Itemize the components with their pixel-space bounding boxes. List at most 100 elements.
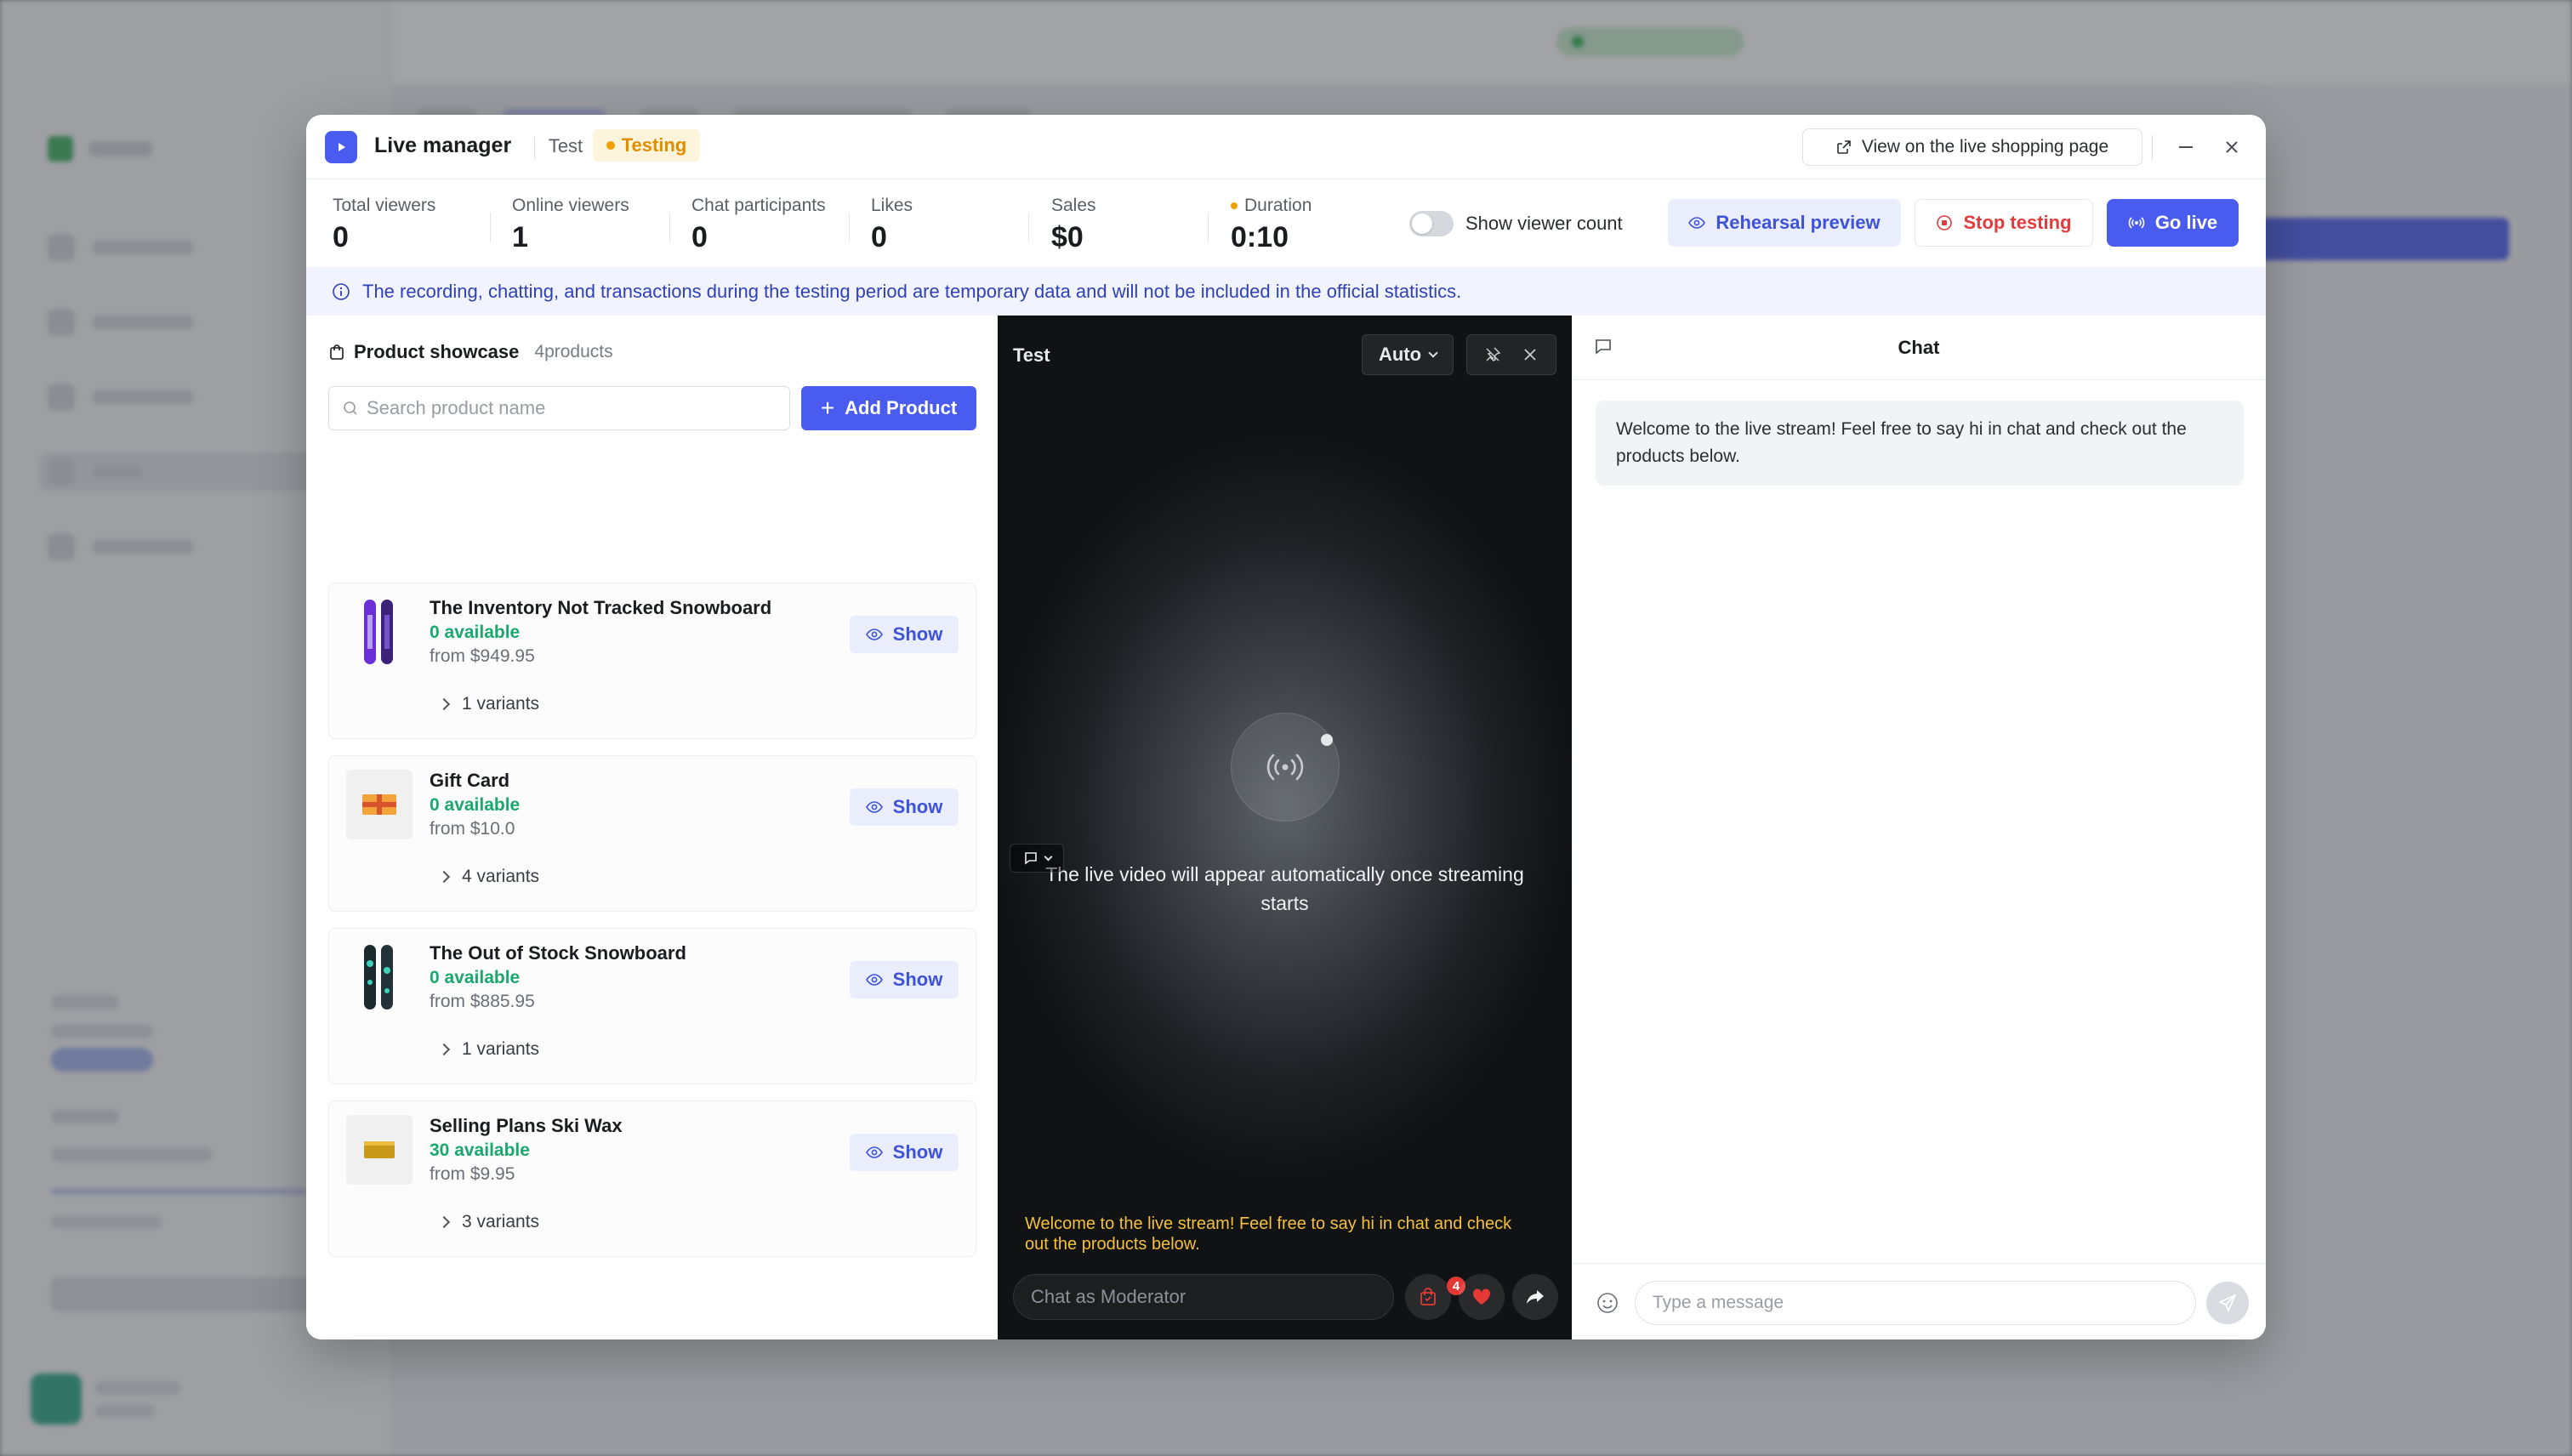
recording-dot (1231, 202, 1238, 209)
close-button[interactable] (2215, 130, 2249, 164)
product-variants-toggle[interactable]: 4 variants (437, 867, 539, 887)
stat-label-row: Duration (1231, 196, 1312, 216)
eye-icon (865, 974, 883, 986)
chevron-right-icon (437, 1043, 451, 1056)
quality-select[interactable]: Auto (1362, 334, 1454, 375)
view-live-shopping-page-button[interactable]: View on the live shopping page (1802, 128, 2142, 166)
product-price: from $9.95 (430, 1164, 515, 1184)
testing-info-text: The recording, chatting, and transaction… (362, 280, 1462, 302)
product-showcase-title: Product showcase (354, 341, 520, 362)
viewer-count-toggle-label: Show viewer count (1465, 213, 1623, 234)
stat-total-viewers: Total viewers 0 (333, 196, 435, 253)
share-button[interactable] (1512, 1274, 1558, 1320)
stat-label: Duration (1244, 196, 1312, 215)
eye-icon (1688, 217, 1706, 229)
view-live-shopping-page-label: View on the live shopping page (1861, 137, 2109, 156)
product-price: from $885.95 (430, 992, 535, 1011)
product-search-input[interactable] (367, 397, 775, 419)
stat-divider (849, 213, 850, 242)
unpin-icon[interactable] (1484, 346, 1501, 363)
chat-title: Chat (1898, 337, 1940, 358)
chat-bubble-icon (1024, 852, 1037, 865)
chevron-down-icon (1428, 348, 1438, 358)
chat-message-input[interactable] (1653, 1293, 2180, 1313)
moderator-chat-input[interactable] (1031, 1286, 1371, 1308)
stop-testing-button[interactable]: Stop testing (1915, 199, 2093, 247)
stat-label: Likes (871, 196, 913, 215)
stop-icon (1937, 215, 1953, 230)
product-variants-label: 3 variants (462, 1212, 540, 1231)
plus-icon: + (820, 395, 835, 421)
stat-duration: Duration 0:10 (1231, 196, 1312, 253)
chat-composer (1572, 1263, 2266, 1339)
product-availability: 0 available (430, 795, 521, 815)
product-card: Selling Plans Ski Wax 30 available from … (328, 1101, 976, 1257)
rehearsal-preview-button[interactable]: Rehearsal preview (1668, 199, 1901, 247)
product-variants-toggle[interactable]: 1 variants (437, 1039, 540, 1060)
chat-header: Chat (1572, 316, 2266, 380)
chevron-right-icon (437, 1215, 451, 1229)
product-count: 4products (534, 342, 613, 361)
header-divider (534, 137, 535, 159)
cart-button[interactable] (1405, 1274, 1451, 1320)
close-icon[interactable] (1522, 346, 1539, 363)
eye-icon (865, 801, 883, 813)
eye-icon (865, 1146, 883, 1158)
broadcast-icon (2128, 217, 2145, 229)
testing-info-banner: The recording, chatting, and transaction… (306, 267, 2266, 316)
product-name: Selling Plans Ski Wax (430, 1115, 623, 1136)
like-button[interactable] (1459, 1274, 1505, 1320)
status-badge: Testing (593, 129, 700, 162)
go-live-label: Go live (2154, 212, 2218, 233)
show-product-button[interactable]: Show (850, 616, 959, 653)
send-button[interactable] (2206, 1282, 2249, 1324)
ski-wax-thumbnail (346, 1115, 413, 1185)
heart-icon (1472, 1288, 1491, 1305)
show-product-label: Show (892, 969, 943, 990)
chat-welcome-message: Welcome to the live stream! Feel free to… (1596, 401, 2244, 486)
video-tools (1466, 334, 1556, 375)
emoji-icon[interactable] (1596, 1291, 1619, 1315)
quality-select-value: Auto (1378, 344, 1422, 365)
chat-message-field (1635, 1281, 2196, 1325)
shopping-bag-icon (1420, 1288, 1436, 1305)
modal-title: Live manager (374, 134, 512, 157)
stat-divider (1028, 213, 1029, 242)
product-variants-label: 1 variants (462, 694, 540, 714)
stat-likes: Likes 0 (871, 196, 913, 253)
chevron-down-icon (1044, 852, 1052, 861)
status-dot (606, 141, 615, 150)
stat-divider (490, 213, 491, 242)
modal-header: Live manager Test Testing View on the li… (306, 115, 2266, 179)
product-variants-toggle[interactable]: 3 variants (437, 1212, 540, 1232)
product-price: from $10.0 (430, 819, 515, 839)
product-card: The Out of Stock Snowboard 0 available f… (328, 928, 976, 1084)
gift-card-thumbnail (346, 770, 413, 839)
minimize-button[interactable] (2169, 130, 2203, 164)
go-live-button[interactable]: Go live (2107, 199, 2239, 247)
minimize-icon (2179, 146, 2193, 148)
show-product-button[interactable]: Show (850, 788, 959, 826)
search-icon (344, 401, 357, 415)
stat-label: Online viewers (512, 196, 629, 215)
product-availability: 0 available (430, 968, 521, 987)
stat-value: 0 (691, 221, 708, 253)
add-product-button[interactable]: + Add Product (801, 386, 976, 430)
show-product-button[interactable]: Show (850, 1134, 959, 1171)
status-dot (1321, 734, 1333, 746)
product-variants-toggle[interactable]: 1 variants (437, 694, 540, 714)
stat-value: $0 (1051, 221, 1084, 253)
product-name: The Inventory Not Tracked Snowboard (430, 597, 772, 618)
video-preview-panel: Test Auto The live video will appear aut… (998, 316, 1572, 1339)
stats-bar: Total viewers 0 Online viewers 1 Chat pa… (306, 180, 2266, 267)
show-product-button[interactable]: Show (850, 961, 959, 998)
snowboard-teal-thumbnail (346, 942, 413, 1012)
chat-overlay-toggle[interactable] (1010, 844, 1064, 873)
viewer-count-toggle[interactable] (1409, 211, 1454, 236)
product-price: from $949.95 (430, 646, 535, 666)
product-variants-label: 1 variants (462, 1039, 540, 1059)
rehearsal-preview-label: Rehearsal preview (1716, 212, 1881, 233)
stat-divider (1208, 213, 1209, 242)
info-icon (333, 282, 350, 300)
moderator-chat-field (1013, 1274, 1394, 1320)
